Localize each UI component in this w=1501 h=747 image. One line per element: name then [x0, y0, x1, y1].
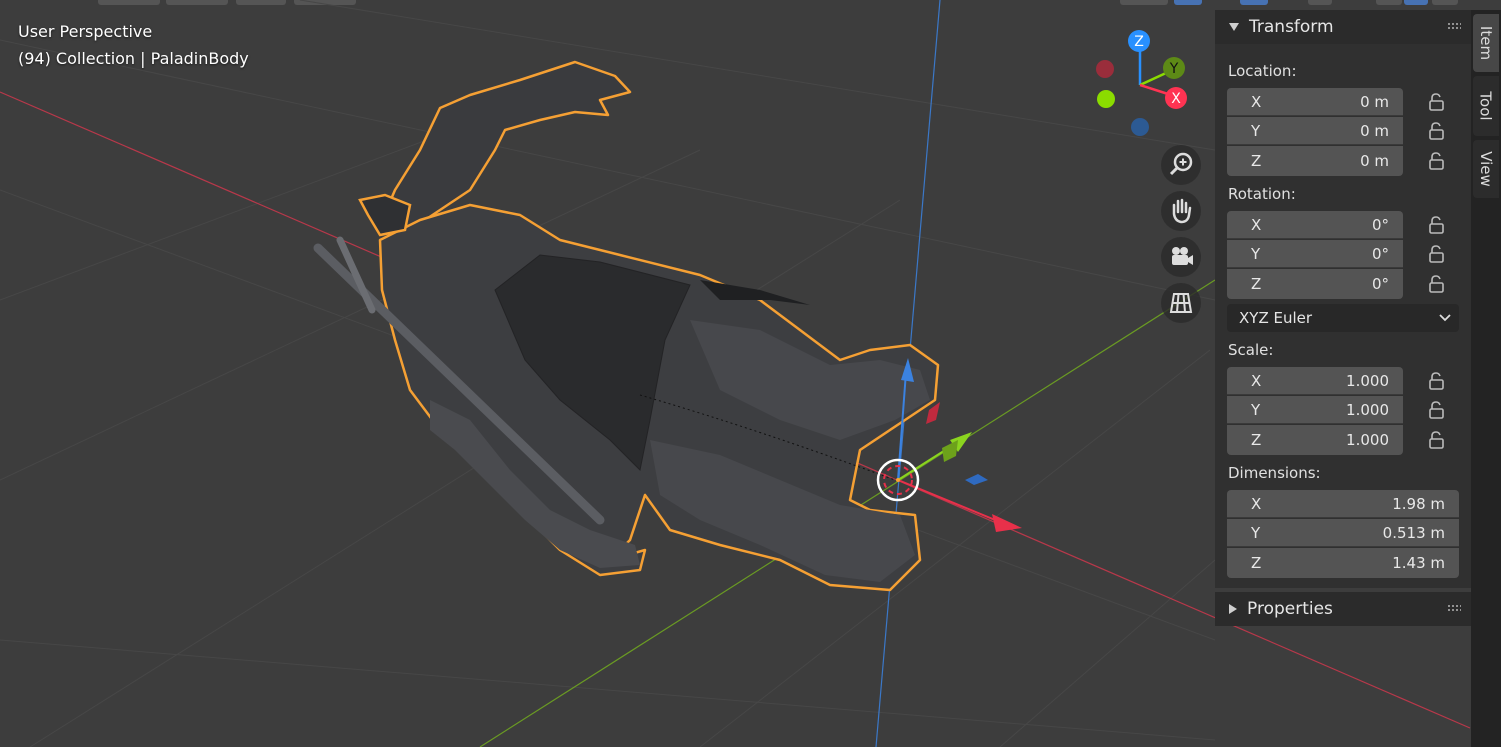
sidebar-panel: Transform Location: X 0 m Y 0 m Z 0 m Ro… — [1215, 10, 1471, 747]
viewport-title: User Perspective — [18, 22, 153, 41]
tab-tool-label: Tool — [1477, 91, 1496, 121]
properties-panel[interactable]: Properties — [1215, 592, 1471, 626]
lock-icon[interactable] — [1427, 371, 1447, 391]
dimensions-x-field[interactable]: X 1.98 m — [1227, 490, 1459, 518]
expand-triangle-icon — [1229, 604, 1237, 614]
properties-header-label: Properties — [1247, 599, 1333, 619]
location-z-field[interactable]: Z 0 m — [1227, 146, 1403, 176]
field-value: 1.000 — [1346, 400, 1389, 419]
field-value: 0 m — [1360, 121, 1389, 140]
lock-icon[interactable] — [1427, 274, 1447, 294]
location-x-field[interactable]: X 0 m — [1227, 88, 1403, 116]
scale-y-field[interactable]: Y 1.000 — [1227, 396, 1403, 424]
axis-label: Y — [1251, 523, 1261, 542]
axis-label: Y — [1251, 400, 1261, 419]
rotation-mode-value: XYZ Euler — [1239, 309, 1313, 327]
ortho-toggle-button[interactable] — [1160, 282, 1202, 324]
axis-label: Z — [1251, 275, 1262, 293]
pan-hand-icon — [1161, 191, 1201, 231]
field-value: 1.000 — [1346, 371, 1389, 390]
transform-header-label: Transform — [1249, 17, 1334, 37]
drag-grip-icon[interactable] — [1447, 22, 1461, 30]
transform-panel: Transform Location: X 0 m Y 0 m Z 0 m Ro… — [1215, 10, 1471, 588]
pan-button[interactable] — [1160, 190, 1202, 232]
dimensions-z-field[interactable]: Z 1.43 m — [1227, 548, 1459, 578]
lock-icon[interactable] — [1427, 244, 1447, 264]
paladin-body-mesh[interactable] — [313, 60, 940, 592]
location-y-field[interactable]: Y 0 m — [1227, 117, 1403, 145]
properties-header[interactable]: Properties — [1215, 592, 1471, 626]
axis-label: Z — [1251, 152, 1262, 170]
axis-label: Y — [1251, 121, 1261, 140]
rotation-z-field[interactable]: Z 0° — [1227, 269, 1403, 299]
chevron-down-icon — [1439, 314, 1451, 322]
axis-label: X — [1251, 92, 1262, 111]
field-value: 1.43 m — [1392, 554, 1445, 572]
lock-icon[interactable] — [1427, 92, 1447, 112]
axis-label: X — [1251, 371, 1262, 390]
lock-icon[interactable] — [1427, 151, 1447, 171]
field-value: 1.000 — [1346, 431, 1389, 449]
camera-icon — [1161, 237, 1201, 277]
lock-icon[interactable] — [1427, 400, 1447, 420]
tab-item[interactable]: Item — [1473, 14, 1499, 72]
tab-view[interactable]: View — [1473, 140, 1499, 198]
scale-label: Scale: — [1228, 341, 1274, 359]
dimensions-y-field[interactable]: Y 0.513 m — [1227, 519, 1459, 547]
scale-x-field[interactable]: X 1.000 — [1227, 367, 1403, 395]
zoom-icon — [1161, 145, 1201, 185]
gizmo-yz-plane[interactable] — [942, 440, 958, 462]
transform-header[interactable]: Transform — [1215, 10, 1471, 44]
zoom-button[interactable] — [1160, 144, 1202, 186]
axis-label: X — [1251, 215, 1262, 234]
grid-ortho-icon — [1161, 283, 1201, 323]
svg-text:Z: Z — [1134, 34, 1144, 50]
rotation-mode-select[interactable]: XYZ Euler — [1227, 304, 1459, 332]
rotation-label: Rotation: — [1228, 185, 1296, 203]
axis-label: Y — [1251, 244, 1261, 263]
scale-z-field[interactable]: Z 1.000 — [1227, 425, 1403, 455]
field-value: 0 m — [1360, 152, 1389, 170]
field-value: 1.98 m — [1392, 494, 1445, 513]
dimensions-label: Dimensions: — [1228, 464, 1321, 482]
tab-item-label: Item — [1477, 25, 1495, 61]
field-value: 0° — [1371, 244, 1389, 263]
lock-icon[interactable] — [1427, 121, 1447, 141]
location-label: Location: — [1228, 62, 1297, 80]
rotation-y-field[interactable]: Y 0° — [1227, 240, 1403, 268]
drag-grip-icon[interactable] — [1447, 604, 1461, 612]
tab-tool[interactable]: Tool — [1473, 76, 1499, 136]
axis-label: Z — [1251, 554, 1262, 572]
field-value: 0° — [1371, 275, 1389, 293]
svg-text:Y: Y — [1169, 61, 1179, 77]
field-value: 0 m — [1360, 92, 1389, 111]
viewport-subtitle: (94) Collection | PaladinBody — [18, 49, 249, 68]
camera-view-button[interactable] — [1160, 236, 1202, 278]
collapse-triangle-icon — [1229, 23, 1239, 31]
axis-label: Z — [1251, 431, 1262, 449]
lock-icon[interactable] — [1427, 430, 1447, 450]
tab-view-label: View — [1477, 151, 1496, 187]
axis-label: X — [1251, 494, 1262, 513]
lock-icon[interactable] — [1427, 215, 1447, 235]
gizmo-x-neg-ball[interactable] — [1096, 60, 1114, 78]
field-value: 0.513 m — [1382, 523, 1445, 542]
svg-text:X: X — [1171, 91, 1181, 107]
gizmo-xy-plane[interactable] — [965, 474, 988, 485]
gizmo-z-neg-ball[interactable] — [1131, 118, 1149, 136]
field-value: 0° — [1371, 215, 1389, 234]
sidebar-tabs: Item Tool View — [1471, 10, 1501, 747]
axis-navigation-gizmo[interactable]: Z Y X — [1096, 30, 1187, 136]
gizmo-x-arrow[interactable] — [992, 514, 1022, 532]
rotation-x-field[interactable]: X 0° — [1227, 211, 1403, 239]
gizmo-y-neg-ball[interactable] — [1097, 90, 1115, 108]
